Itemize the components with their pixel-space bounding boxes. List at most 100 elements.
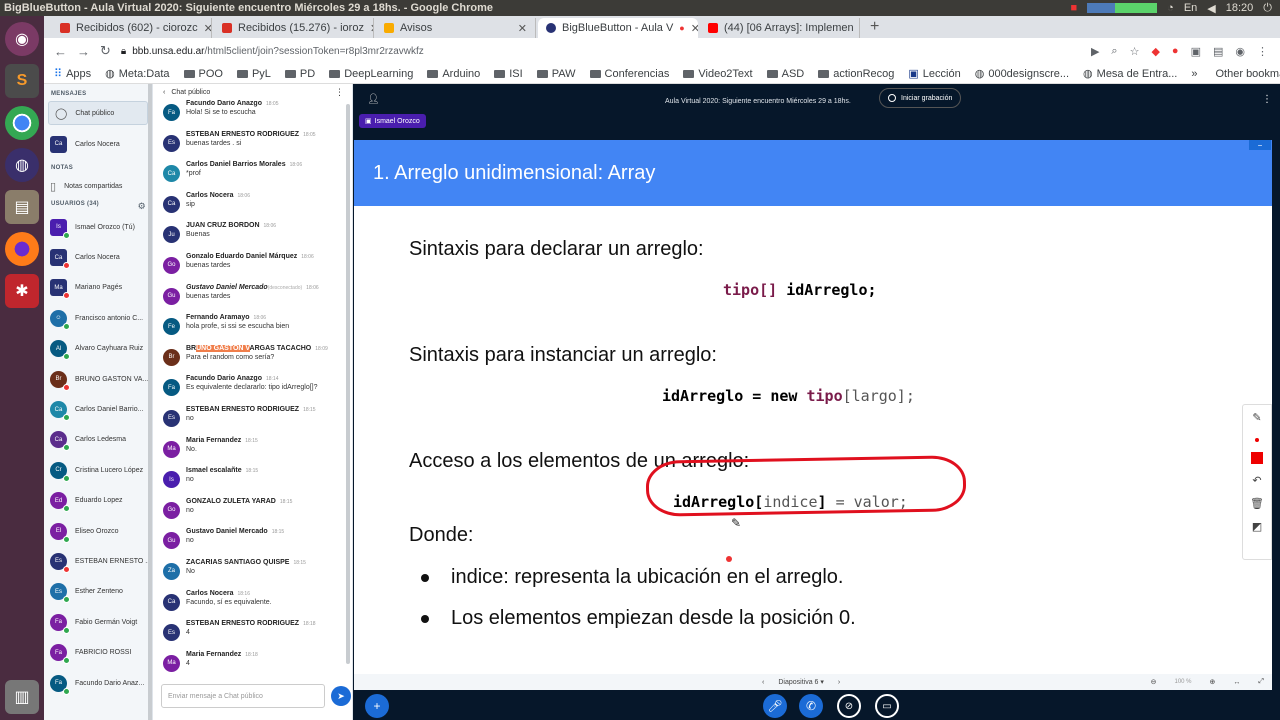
user-list-item[interactable]: ☺ Francisco antonio C... [44, 303, 152, 333]
files-icon[interactable]: ▤ [5, 190, 39, 224]
camera-icon[interactable]: ■ [1071, 2, 1078, 14]
minimize-presentation-button[interactable]: − [1249, 140, 1271, 150]
tab-bigbluebutton[interactable]: BigBlueButton - Aula V ● ✕ [538, 18, 698, 38]
camera-blocked-icon[interactable]: ▶ [1091, 45, 1099, 58]
trash-icon[interactable]: ▥ [5, 680, 39, 714]
bookmark-meta-data[interactable]: ◍ Meta:Data [105, 67, 169, 81]
other-bookmarks[interactable]: »Other bookmarks [1191, 68, 1280, 80]
chrome-icon[interactable] [5, 106, 39, 140]
chat-title[interactable]: Chat público [171, 89, 210, 96]
bookmark-folder[interactable]: Arduino [427, 68, 480, 80]
shared-notes-item[interactable]: ▯ Notas compartidas [44, 171, 152, 201]
multi-user-icon[interactable]: ◩ [1252, 520, 1262, 533]
tab-gmail-2[interactable]: Recibidos (15.276) - ioroz ✕ [214, 18, 374, 38]
keyboard-layout[interactable]: En [1184, 2, 1197, 14]
user-list-item[interactable]: Is Ismael Orozco (Tú) [44, 212, 152, 242]
more-bookmarks-icon[interactable]: » [1191, 68, 1197, 80]
forward-icon[interactable]: → [77, 44, 90, 59]
bookmark-leccion[interactable]: ▣ Lección [908, 67, 960, 81]
user-list-item[interactable]: Fa Fabio Germán Voigt [44, 607, 152, 637]
next-slide-icon[interactable]: › [838, 679, 840, 686]
user-list-scrollbar[interactable] [148, 84, 152, 720]
user-list-toggle-icon[interactable]: 👤︎ [367, 94, 380, 105]
chevron-left-icon[interactable]: ‹ [163, 89, 165, 96]
user-list-item[interactable]: Ed Eduardo Lopez [44, 486, 152, 516]
bookmark-folder[interactable]: PyL [236, 68, 271, 80]
user-list-item[interactable]: Es Esther Zenteno [44, 577, 152, 607]
user-list-item[interactable]: Ca Carlos Nocera [44, 242, 152, 272]
firefox-icon[interactable] [5, 232, 39, 266]
extension-icon[interactable]: ◆ [1151, 45, 1159, 58]
ubuntu-dash-icon[interactable]: ◉ [5, 22, 39, 56]
user-list-item[interactable]: Br BRUNO GASTON VA... [44, 364, 152, 394]
bookmark-star-icon[interactable]: ☆ [1130, 45, 1140, 58]
chrome-menu-icon[interactable]: ⋮ [1257, 45, 1268, 58]
bookmark-folder[interactable]: Conferencias [589, 68, 669, 80]
screenshare-button[interactable]: ▭ [875, 694, 899, 718]
microphone-button[interactable]: 🎤︎ [763, 694, 787, 718]
gear-icon[interactable]: ⚙ [138, 201, 146, 212]
bookmark-folder[interactable]: DeepLearning [329, 68, 413, 80]
zoom-icon[interactable]: ⌕ [1111, 45, 1117, 58]
chat-scrollbar[interactable] [346, 104, 350, 664]
bookmark-folder[interactable]: POO [183, 68, 223, 80]
color-tool-icon[interactable] [1251, 452, 1263, 464]
slide-selector[interactable]: Diapositiva 6 ▾ [778, 678, 824, 686]
presentation-slide[interactable]: 1. Arreglo unidimensional: Array Sintaxi… [354, 140, 1272, 674]
bookmark-folder[interactable]: Video2Text [683, 68, 753, 80]
user-list-item[interactable]: Ma Mariano Pagés [44, 273, 152, 303]
bookmark-mesa-entradas[interactable]: ◍ Mesa de Entra... [1083, 67, 1177, 81]
user-list-item[interactable]: Ca Carlos Ledesma [44, 425, 152, 455]
user-list-item[interactable]: Fa Facundo Dario Anaz... [44, 668, 152, 698]
tab-gmail-1[interactable]: Recibidos (602) - ciorozc ✕ [52, 18, 212, 38]
user-list-item[interactable]: Cr Cristina Lucero López [44, 455, 152, 485]
user-list-item[interactable]: El Eliseo Orozco [44, 516, 152, 546]
close-icon[interactable]: ✕ [518, 22, 527, 35]
close-icon[interactable]: ✕ [691, 22, 698, 35]
tab-youtube[interactable]: (44) [06 Arrays]: Implemen✕ [700, 18, 860, 38]
audio-phone-button[interactable]: ✆ [799, 694, 823, 718]
previous-slide-icon[interactable]: ‹ [762, 679, 764, 686]
new-tab-button[interactable]: + [862, 18, 887, 38]
wifi-icon[interactable]: ◔ [1167, 2, 1174, 14]
public-chat-item[interactable]: ◯ Chat público [48, 101, 148, 125]
bookmark-apps[interactable]: ⠿ Apps [54, 67, 91, 81]
network-tool-icon[interactable]: ✱ [5, 274, 39, 308]
extension-icon[interactable]: ● [1172, 45, 1179, 58]
start-recording-button[interactable]: Iniciar grabación [879, 88, 962, 108]
bookmark-folder[interactable]: ISI [494, 68, 523, 80]
private-chat-item[interactable]: Ca Carlos Nocera [44, 129, 152, 159]
volume-icon[interactable]: ◀ [1207, 2, 1215, 15]
close-icon[interactable]: ✕ [370, 22, 373, 35]
actions-plus-button[interactable]: + [365, 694, 389, 718]
thickness-tool-icon[interactable] [1255, 438, 1259, 442]
bookmark-folder[interactable]: PAW [536, 68, 576, 80]
video-button[interactable]: ⊘ [837, 694, 861, 718]
chat-options-icon[interactable]: ⋮ [335, 87, 344, 98]
power-icon[interactable]: ⏻ [1263, 2, 1272, 15]
clock[interactable]: 18:20 [1226, 2, 1254, 14]
zoom-in-icon[interactable]: ⊕ [1210, 678, 1216, 686]
bookmark-folder[interactable]: ASD [766, 68, 804, 80]
bookmark-folder[interactable]: PD [284, 68, 315, 80]
user-list-item[interactable]: Es ESTEBAN ERNESTO ... [44, 546, 152, 576]
options-menu-icon[interactable]: ⋮ [1262, 94, 1272, 105]
zoom-out-icon[interactable]: ⊖ [1151, 678, 1157, 686]
extension-icon[interactable]: ▤ [1213, 45, 1223, 58]
trash-icon[interactable]: 🗑︎ [1250, 497, 1264, 510]
undo-icon[interactable]: ↶ [1252, 474, 1261, 487]
user-list-item[interactable]: Fa FABRICIO ROSSI [44, 637, 152, 667]
bookmark-designscreen[interactable]: ◍ 000designscre... [975, 67, 1069, 81]
sublime-text-icon[interactable]: S [5, 64, 39, 98]
fit-width-icon[interactable]: ↔ [1233, 679, 1240, 686]
reload-icon[interactable]: ↻ [100, 43, 111, 59]
bookmark-folder[interactable]: actionRecog [818, 68, 894, 80]
tab-avisos[interactable]: Avisos ✕ [376, 18, 536, 38]
user-list-item[interactable]: Ca Carlos Daniel Barrio... [44, 394, 152, 424]
extension-icon[interactable]: ▣ [1191, 45, 1201, 58]
close-icon[interactable]: ✕ [204, 22, 211, 35]
pencil-tool-icon[interactable]: ✎ [1252, 411, 1261, 424]
user-list-item[interactable]: Al Alvaro Cayhuara Ruiz [44, 334, 152, 364]
chat-message-input[interactable]: Enviar mensaje a Chat público [161, 684, 325, 708]
back-icon[interactable]: ← [54, 44, 67, 59]
